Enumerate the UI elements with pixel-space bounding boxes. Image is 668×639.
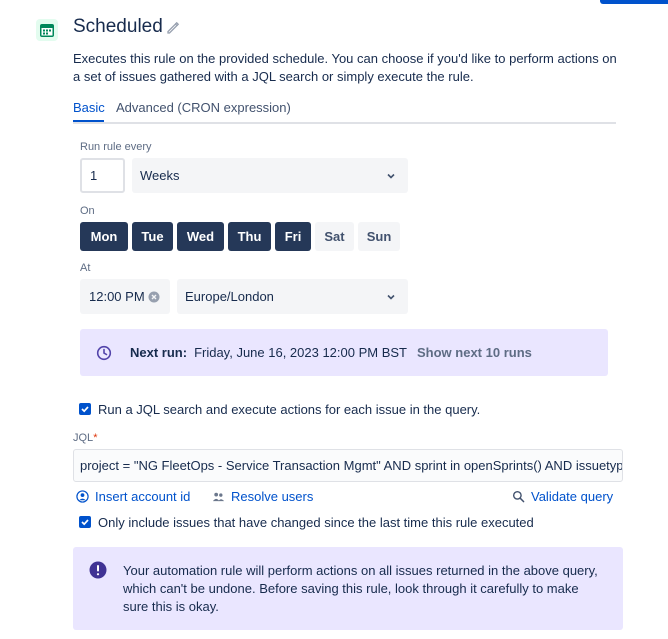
day-wed-button[interactable]: Wed	[177, 222, 224, 251]
resolve-users-link[interactable]: Resolve users	[212, 489, 313, 504]
validate-query-label: Validate query	[531, 489, 614, 504]
calendar-icon	[36, 19, 58, 41]
chevron-down-icon	[387, 173, 395, 179]
trigger-description: Executes this rule on the provided sched…	[73, 51, 617, 84]
required-marker: *	[93, 432, 98, 444]
day-tue-button[interactable]: Tue	[132, 222, 173, 251]
tab-advanced-cron[interactable]: Advanced (CRON expression)	[116, 100, 291, 115]
clear-icon[interactable]	[148, 291, 160, 303]
at-label: At	[80, 262, 91, 274]
interval-value-input[interactable]: 1	[80, 158, 125, 193]
warning-text: Your automation rule will perform action…	[123, 563, 598, 614]
jql-label-text: JQL	[73, 432, 94, 444]
resolve-users-label: Resolve users	[231, 489, 314, 504]
next-run-panel: Next run: Friday, June 16, 2023 12:00 PM…	[80, 329, 608, 376]
time-value: 12:00 PM	[89, 289, 145, 304]
top-accent-bar	[600, 0, 668, 4]
jql-field-label: JQL*	[73, 432, 97, 444]
interval-unit-select[interactable]: Weeks	[132, 158, 408, 193]
next-run-label: Next run:	[130, 345, 188, 360]
checkmark-icon	[81, 519, 89, 526]
only-changed-checkbox[interactable]	[79, 516, 91, 528]
run-every-label: Run rule every	[80, 141, 152, 153]
next-run-value: Friday, June 16, 2023 12:00 PM BST	[194, 345, 407, 360]
jql-search-checkbox-label: Run a JQL search and execute actions for…	[98, 402, 481, 417]
on-label: On	[80, 205, 95, 217]
warning-panel: Your automation rule will perform action…	[73, 547, 623, 630]
day-mon-button[interactable]: Mon	[80, 222, 128, 251]
validate-query-link[interactable]: Validate query	[512, 489, 613, 504]
search-icon	[512, 490, 525, 503]
interval-unit-value: Weeks	[140, 168, 180, 183]
jql-query-input[interactable]: project = "NG FleetOps - Service Transac…	[73, 449, 623, 482]
only-changed-checkbox-label: Only include issues that have changed si…	[98, 515, 534, 530]
day-sat-button[interactable]: Sat	[315, 222, 354, 251]
day-fri-button[interactable]: Fri	[275, 222, 311, 251]
day-thu-button[interactable]: Thu	[228, 222, 271, 251]
page-title: Scheduled	[73, 16, 163, 37]
tab-basic[interactable]: Basic	[73, 100, 105, 115]
chevron-down-icon	[387, 294, 395, 300]
insert-account-id-link[interactable]: Insert account id	[76, 489, 190, 504]
active-tab-indicator	[73, 120, 104, 122]
pencil-icon[interactable]	[165, 20, 181, 36]
checkmark-icon	[81, 406, 89, 413]
people-icon	[212, 492, 225, 502]
tab-bar: Basic Advanced (CRON expression)	[73, 98, 616, 124]
person-circle-icon	[76, 490, 89, 503]
clock-icon	[96, 345, 112, 360]
day-sun-button[interactable]: Sun	[358, 222, 400, 251]
info-icon	[89, 561, 107, 579]
jql-search-checkbox[interactable]	[79, 403, 91, 415]
insert-account-id-label: Insert account id	[95, 489, 191, 504]
timezone-select[interactable]: Europe/London	[177, 279, 408, 314]
timezone-value: Europe/London	[185, 289, 274, 304]
show-next-runs-link[interactable]: Show next 10 runs	[417, 345, 532, 360]
